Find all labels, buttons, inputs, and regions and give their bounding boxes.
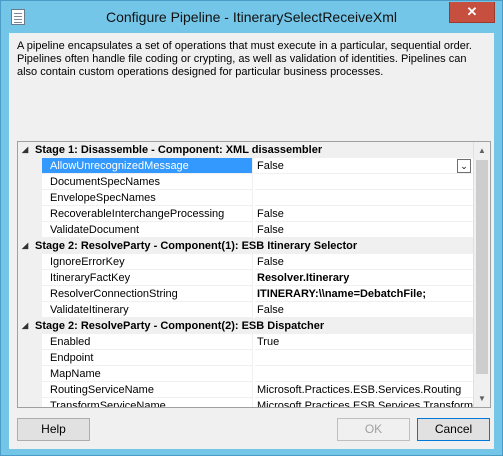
scroll-down-icon[interactable]: ▼ [474, 390, 490, 407]
property-value[interactable]: True [255, 334, 473, 350]
ok-button[interactable]: OK [337, 418, 410, 441]
property-grid: ◢ Stage 1: Disassemble - Component: XML d… [17, 141, 491, 408]
property-value[interactable]: ITINERARY:\\name=DebatchFile; [255, 286, 473, 302]
property-value[interactable]: False [255, 254, 473, 270]
property-row[interactable]: MapName [18, 366, 473, 382]
property-row[interactable]: ValidateItinerary False [18, 302, 473, 318]
property-name[interactable]: DocumentSpecNames [42, 174, 253, 190]
property-name[interactable]: RecoverableInterchangeProcessing [42, 206, 253, 222]
category-label: Stage 2: ResolveParty - Component(1): ES… [35, 240, 358, 252]
collapse-triangle-icon[interactable]: ◢ [22, 318, 28, 334]
dialog-body: A pipeline encapsulates a set of operati… [9, 33, 494, 449]
row-gutter [18, 382, 42, 398]
property-value[interactable]: False [255, 222, 473, 238]
property-row[interactable]: DocumentSpecNames [18, 174, 473, 190]
property-name[interactable]: ResolverConnectionString [42, 286, 253, 302]
row-gutter [18, 174, 42, 190]
property-row[interactable]: ResolverConnectionString ITINERARY:\\name… [18, 286, 473, 302]
property-row[interactable]: Endpoint [18, 350, 473, 366]
row-gutter [18, 302, 42, 318]
property-name[interactable]: RoutingServiceName [42, 382, 253, 398]
title-bar: Configure Pipeline - ItinerarySelectRece… [1, 1, 502, 33]
property-name[interactable]: ValidateDocument [42, 222, 253, 238]
row-gutter [18, 366, 42, 382]
collapse-triangle-icon[interactable]: ◢ [22, 238, 28, 254]
row-gutter [18, 398, 42, 407]
row-gutter [18, 158, 42, 174]
property-value[interactable]: Microsoft.Practices.ESB.Services.Routing [255, 382, 473, 398]
row-gutter [18, 286, 42, 302]
property-row[interactable]: RoutingServiceName Microsoft.Practices.ES… [18, 382, 473, 398]
scrollbar-thumb[interactable] [476, 160, 488, 374]
property-value[interactable] [255, 174, 473, 190]
cancel-button[interactable]: Cancel [417, 418, 490, 441]
property-row[interactable]: RecoverableInterchangeProcessing False [18, 206, 473, 222]
property-value[interactable] [255, 366, 473, 382]
row-gutter [18, 270, 42, 286]
property-value[interactable]: Resolver.Itinerary [255, 270, 473, 286]
property-value[interactable]: False [255, 206, 473, 222]
property-name[interactable]: AllowUnrecognizedMessage [42, 158, 253, 174]
row-gutter [18, 350, 42, 366]
property-name[interactable]: Endpoint [42, 350, 253, 366]
help-button[interactable]: Help [17, 418, 90, 441]
property-row[interactable]: ItineraryFactKey Resolver.Itinerary [18, 270, 473, 286]
property-row[interactable]: AllowUnrecognizedMessage False ⌄ [18, 158, 473, 174]
property-value[interactable] [255, 190, 473, 206]
collapse-triangle-icon[interactable]: ◢ [22, 142, 28, 158]
property-value[interactable]: False [255, 158, 473, 174]
configure-pipeline-dialog: Configure Pipeline - ItinerarySelectRece… [0, 0, 503, 456]
property-name[interactable]: MapName [42, 366, 253, 382]
row-gutter [18, 254, 42, 270]
property-row[interactable]: TransformServiceName Microsoft.Practices.… [18, 398, 473, 407]
property-grid-rows: ◢ Stage 1: Disassemble - Component: XML d… [18, 142, 473, 407]
property-value[interactable] [255, 350, 473, 366]
scroll-up-icon[interactable]: ▲ [474, 142, 490, 159]
category-label: Stage 2: ResolveParty - Component(2): ES… [35, 320, 325, 332]
property-name[interactable]: EnvelopeSpecNames [42, 190, 253, 206]
property-row[interactable]: ValidateDocument False [18, 222, 473, 238]
pipeline-description: A pipeline encapsulates a set of operati… [17, 40, 472, 78]
row-gutter [18, 222, 42, 238]
property-value[interactable]: False [255, 302, 473, 318]
row-gutter [18, 334, 42, 350]
property-category[interactable]: ◢ Stage 2: ResolveParty - Component(1): E… [18, 238, 473, 254]
property-name[interactable]: IgnoreErrorKey [42, 254, 253, 270]
property-name[interactable]: Enabled [42, 334, 253, 350]
property-category[interactable]: ◢ Stage 1: Disassemble - Component: XML d… [18, 142, 473, 158]
property-category[interactable]: ◢ Stage 2: ResolveParty - Component(2): E… [18, 318, 473, 334]
property-row[interactable]: Enabled True [18, 334, 473, 350]
property-name[interactable]: TransformServiceName [42, 398, 253, 407]
property-row[interactable]: EnvelopeSpecNames [18, 190, 473, 206]
row-gutter [18, 190, 42, 206]
close-button[interactable]: ✕ [449, 2, 495, 23]
property-value[interactable]: Microsoft.Practices.ESB.Services.Transfo… [255, 398, 473, 407]
row-gutter [18, 206, 42, 222]
window-title: Configure Pipeline - ItinerarySelectRece… [105, 9, 398, 25]
category-label: Stage 1: Disassemble - Component: XML di… [35, 144, 323, 156]
property-row[interactable]: IgnoreErrorKey False [18, 254, 473, 270]
vertical-scrollbar[interactable]: ▲ ▼ [473, 142, 490, 407]
property-name[interactable]: ItineraryFactKey [42, 270, 253, 286]
dropdown-arrow-icon[interactable]: ⌄ [457, 159, 471, 173]
property-name[interactable]: ValidateItinerary [42, 302, 253, 318]
